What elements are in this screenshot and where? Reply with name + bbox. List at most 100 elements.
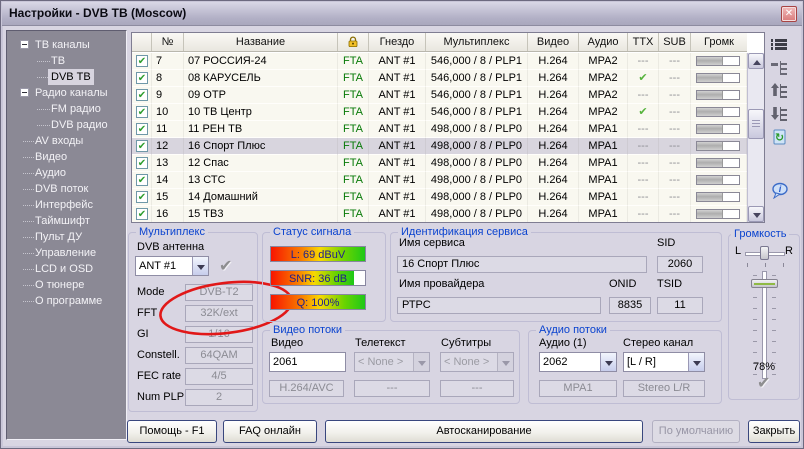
table-row[interactable]: ✔ 10 10 ТВ Центр FTA ANT #1 546,000 / 8 … [132, 104, 747, 121]
channel-video-codec: H.264 [528, 70, 579, 87]
sidebar-item-label[interactable]: AV входы [35, 133, 83, 149]
antenna-select[interactable]: ANT #1 [135, 256, 209, 276]
sidebar-item[interactable]: ТВ [7, 53, 126, 69]
channel-checkbox[interactable]: ✔ [132, 121, 152, 138]
audio-pid-select[interactable]: 2062 [539, 352, 617, 372]
vertical-scrollbar[interactable] [747, 53, 764, 222]
sidebar-item-label[interactable]: FM радио [51, 101, 101, 117]
header-sub[interactable]: SUB [659, 33, 691, 51]
sidebar-item[interactable]: Интерфейс [7, 197, 126, 213]
autoscan-button[interactable]: Автосканирование [325, 420, 643, 443]
sidebar-item-label[interactable]: ТВ каналы [35, 37, 90, 53]
header-ttx[interactable]: TTX [628, 33, 659, 51]
sidebar-item-label[interactable]: DVB ТВ [48, 69, 94, 85]
channel-checkbox[interactable]: ✔ [132, 206, 152, 222]
volume-thumb[interactable] [751, 279, 778, 288]
sidebar-item-label[interactable]: ТВ [51, 53, 65, 69]
sidebar-item[interactable]: Управление [7, 245, 126, 261]
table-row[interactable]: ✔ 8 08 КАРУСЕЛЬ FTA ANT #1 546,000 / 8 /… [132, 70, 747, 87]
sidebar-item-label[interactable]: Аудио [35, 165, 66, 181]
sidebar-item[interactable]: AV входы [7, 133, 126, 149]
close-dialog-button[interactable]: Закрыть [748, 420, 800, 443]
chevron-down-icon[interactable] [688, 353, 704, 371]
sidebar-item[interactable]: О программе [7, 293, 126, 309]
channel-list-icon[interactable] [771, 37, 788, 54]
sidebar-item[interactable]: Видео [7, 149, 126, 165]
sidebar-item-label[interactable]: DVB радио [51, 117, 108, 133]
rescan-icon[interactable]: ↻ [771, 129, 788, 146]
header-socket[interactable]: Гнездо [369, 33, 426, 51]
tree-connector [23, 189, 34, 190]
sidebar-item-label[interactable]: Пульт ДУ [35, 229, 82, 245]
stereo-select[interactable]: [L / R] [623, 352, 705, 372]
channel-checkbox[interactable]: ✔ [132, 138, 152, 155]
sidebar-item-label[interactable]: DVB поток [35, 181, 88, 197]
header-name[interactable]: Название [184, 33, 338, 51]
chevron-down-icon[interactable] [600, 353, 616, 371]
sidebar-item[interactable]: LCD и OSD [7, 261, 126, 277]
move-up-icon[interactable] [771, 83, 788, 100]
move-down-icon[interactable] [771, 106, 788, 123]
sidebar-item-label[interactable]: Управление [35, 245, 96, 261]
sidebar-item[interactable]: ТВ каналы [7, 37, 126, 53]
tree-collapse-icon[interactable] [20, 40, 29, 49]
header-num[interactable]: № [152, 33, 184, 51]
scroll-down-button[interactable] [748, 206, 764, 222]
sidebar-item-label[interactable]: Видео [35, 149, 67, 165]
table-row[interactable]: ✔ 7 07 РОССИЯ-24 FTA ANT #1 546,000 / 8 … [132, 53, 747, 70]
header-audio[interactable]: Аудио [579, 33, 628, 51]
table-row[interactable]: ✔ 11 11 РЕН ТВ FTA ANT #1 498,000 / 8 / … [132, 121, 747, 138]
sidebar-item[interactable]: Пульт ДУ [7, 229, 126, 245]
channel-checkbox[interactable]: ✔ [132, 189, 152, 206]
channel-checkbox[interactable]: ✔ [132, 70, 152, 87]
title-bar[interactable]: Настройки - DVB ТВ (Moscow) ✕ [2, 2, 802, 26]
table-row[interactable]: ✔ 16 15 ТВ3 FTA ANT #1 498,000 / 8 / PLP… [132, 206, 747, 222]
close-button[interactable]: ✕ [781, 6, 797, 22]
volume-confirm-icon[interactable]: ✔ [757, 373, 770, 393]
mux-param-value: 32K/ext [185, 305, 253, 322]
sidebar-item-label[interactable]: О тюнере [35, 277, 84, 293]
info-icon[interactable]: i [771, 182, 788, 199]
help-button[interactable]: Помощь - F1 [127, 420, 217, 443]
tree-collapse-icon[interactable] [20, 88, 29, 97]
scroll-thumb[interactable] [748, 109, 764, 139]
antenna-confirm-icon[interactable]: ✔ [219, 256, 232, 276]
table-row[interactable]: ✔ 13 12 Спас FTA ANT #1 498,000 / 8 / PL… [132, 155, 747, 172]
sidebar-item[interactable]: DVB радио [7, 117, 126, 133]
video-pid-input[interactable]: 2061 [269, 352, 346, 372]
chevron-down-icon[interactable] [192, 257, 208, 275]
header-video[interactable]: Видео [528, 33, 579, 51]
table-row[interactable]: ✔ 12 16 Спорт Плюс FTA ANT #1 498,000 / … [132, 138, 747, 155]
channel-checkbox[interactable]: ✔ [132, 172, 152, 189]
sidebar-item-label[interactable]: LCD и OSD [35, 261, 93, 277]
channel-checkbox[interactable]: ✔ [132, 87, 152, 104]
sidebar-item[interactable]: Аудио [7, 165, 126, 181]
header-vol[interactable]: Громк [691, 33, 747, 51]
sidebar-item-label[interactable]: Интерфейс [35, 197, 93, 213]
sidebar-item[interactable]: DVB ТВ [7, 69, 126, 85]
sidebar-item-label[interactable]: Радио каналы [35, 85, 108, 101]
sidebar-item[interactable]: О тюнере [7, 277, 126, 293]
table-row[interactable]: ✔ 14 13 СТС FTA ANT #1 498,000 / 8 / PLP… [132, 172, 747, 189]
sidebar-item[interactable]: Таймшифт [7, 213, 126, 229]
sidebar-item[interactable]: Радио каналы [7, 85, 126, 101]
channel-video-codec: H.264 [528, 206, 579, 222]
header-mux[interactable]: Мультиплекс [426, 33, 528, 51]
channel-checkbox[interactable]: ✔ [132, 104, 152, 121]
channel-checkbox[interactable]: ✔ [132, 53, 152, 70]
scroll-up-button[interactable] [748, 53, 764, 69]
table-header[interactable]: № Название Гнездо Мультиплекс Видео Ауди… [132, 33, 747, 52]
sidebar-item-label[interactable]: О программе [35, 293, 102, 309]
faq-button[interactable]: FAQ онлайн [223, 420, 317, 443]
sidebar-tree[interactable]: ТВ каналыТВDVB ТВРадио каналыFM радиоDVB… [6, 30, 127, 440]
sidebar-item-label[interactable]: Таймшифт [35, 213, 90, 229]
channel-checkbox[interactable]: ✔ [132, 155, 152, 172]
sidebar-item[interactable]: FM радио [7, 101, 126, 117]
header-checkbox[interactable] [132, 33, 152, 51]
header-lock[interactable] [338, 33, 369, 51]
sidebar-item[interactable]: DVB поток [7, 181, 126, 197]
table-row[interactable]: ✔ 15 14 Домашний FTA ANT #1 498,000 / 8 … [132, 189, 747, 206]
balance-thumb[interactable] [760, 246, 769, 260]
remove-channel-icon[interactable] [771, 60, 788, 77]
table-row[interactable]: ✔ 9 09 ОТР FTA ANT #1 546,000 / 8 / PLP1… [132, 87, 747, 104]
